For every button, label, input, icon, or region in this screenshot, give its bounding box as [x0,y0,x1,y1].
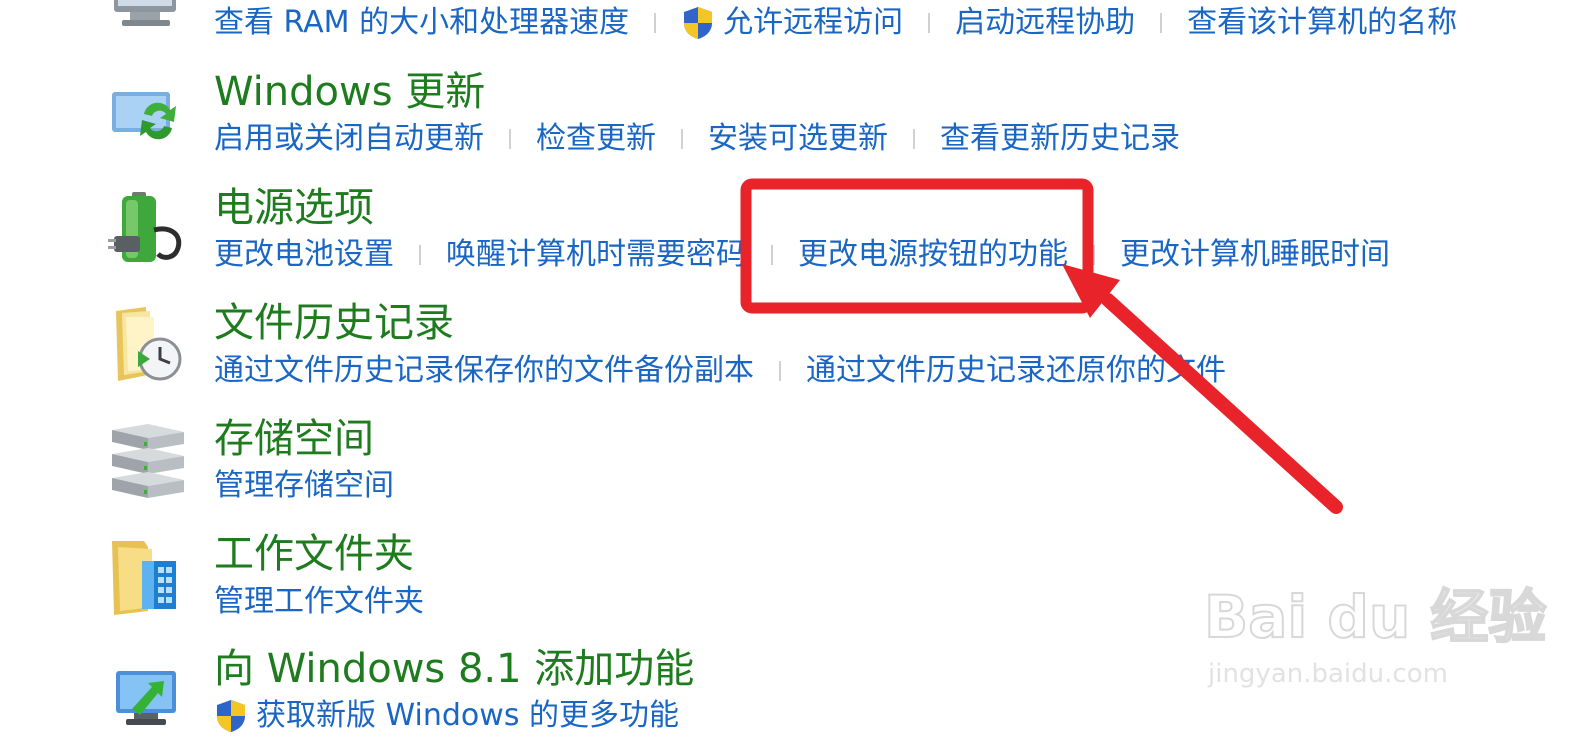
watermark-brand: Bai du 经验 [1203,583,1547,651]
link-separator [928,13,931,33]
baidu-watermark: Bai du 经验 jingyan.baidu.com [1200,555,1547,705]
windows-update-title[interactable]: Windows 更新 [214,68,485,116]
uac-shield-icon [217,700,245,732]
work-folders-icon [112,541,176,615]
power-options-title[interactable]: 电源选项 [214,184,374,232]
uac-shield-icon [684,7,713,39]
storage-spaces-title[interactable]: 存储空间 [214,415,374,463]
storage-spaces-icon [112,424,184,498]
watermark-url: jingyan.baidu.com [1208,659,1448,689]
link-separator [913,129,915,149]
manage-work-folders-link[interactable]: 管理工作文件夹 [214,584,424,620]
allow-remote-access-link[interactable]: 允许远程访问 [723,5,903,41]
manage-storage-spaces-link[interactable]: 管理存储空间 [214,468,394,504]
save-backup-copies-link[interactable]: 通过文件历史记录保存你的文件备份副本 [214,353,754,389]
file-history-title[interactable]: 文件历史记录 [214,299,454,347]
work-folders-title[interactable]: 工作文件夹 [214,530,414,578]
toggle-auto-update-link[interactable]: 启用或关闭自动更新 [214,121,484,157]
launch-remote-assistance-link[interactable]: 启动远程协助 [955,5,1135,41]
link-separator [1093,245,1095,265]
require-password-on-wakeup-link[interactable]: 唤醒计算机时需要密码 [446,237,746,273]
change-power-button-function-link[interactable]: 更改电源按钮的功能 [798,237,1068,273]
link-separator [771,245,773,265]
link-separator [681,129,683,149]
change-battery-settings-link[interactable]: 更改电池设置 [214,237,394,273]
restore-files-link[interactable]: 通过文件历史记录还原你的文件 [806,353,1226,389]
get-more-features-link[interactable]: 获取新版 Windows 的更多功能 [256,698,679,734]
view-update-history-link[interactable]: 查看更新历史记录 [940,121,1180,157]
link-separator [779,361,781,381]
link-separator [1160,13,1163,33]
change-sleep-time-link[interactable]: 更改计算机睡眠时间 [1120,237,1390,273]
add-features-icon [116,671,176,725]
link-separator [419,245,421,265]
view-ram-processor-link[interactable]: 查看 RAM 的大小和处理器速度 [214,5,629,41]
windows-update-icon [112,92,176,140]
pointer-arrow-shaft [1101,293,1343,514]
system-icon [114,0,176,26]
install-optional-updates-link[interactable]: 安装可选更新 [708,121,888,157]
add-features-title[interactable]: 向 Windows 8.1 添加功能 [214,645,694,693]
link-separator [509,129,511,149]
link-separator [654,13,657,33]
check-updates-link[interactable]: 检查更新 [536,121,656,157]
power-options-icon [108,192,182,262]
file-history-icon [116,307,182,381]
view-computer-name-link[interactable]: 查看该计算机的名称 [1187,5,1457,41]
